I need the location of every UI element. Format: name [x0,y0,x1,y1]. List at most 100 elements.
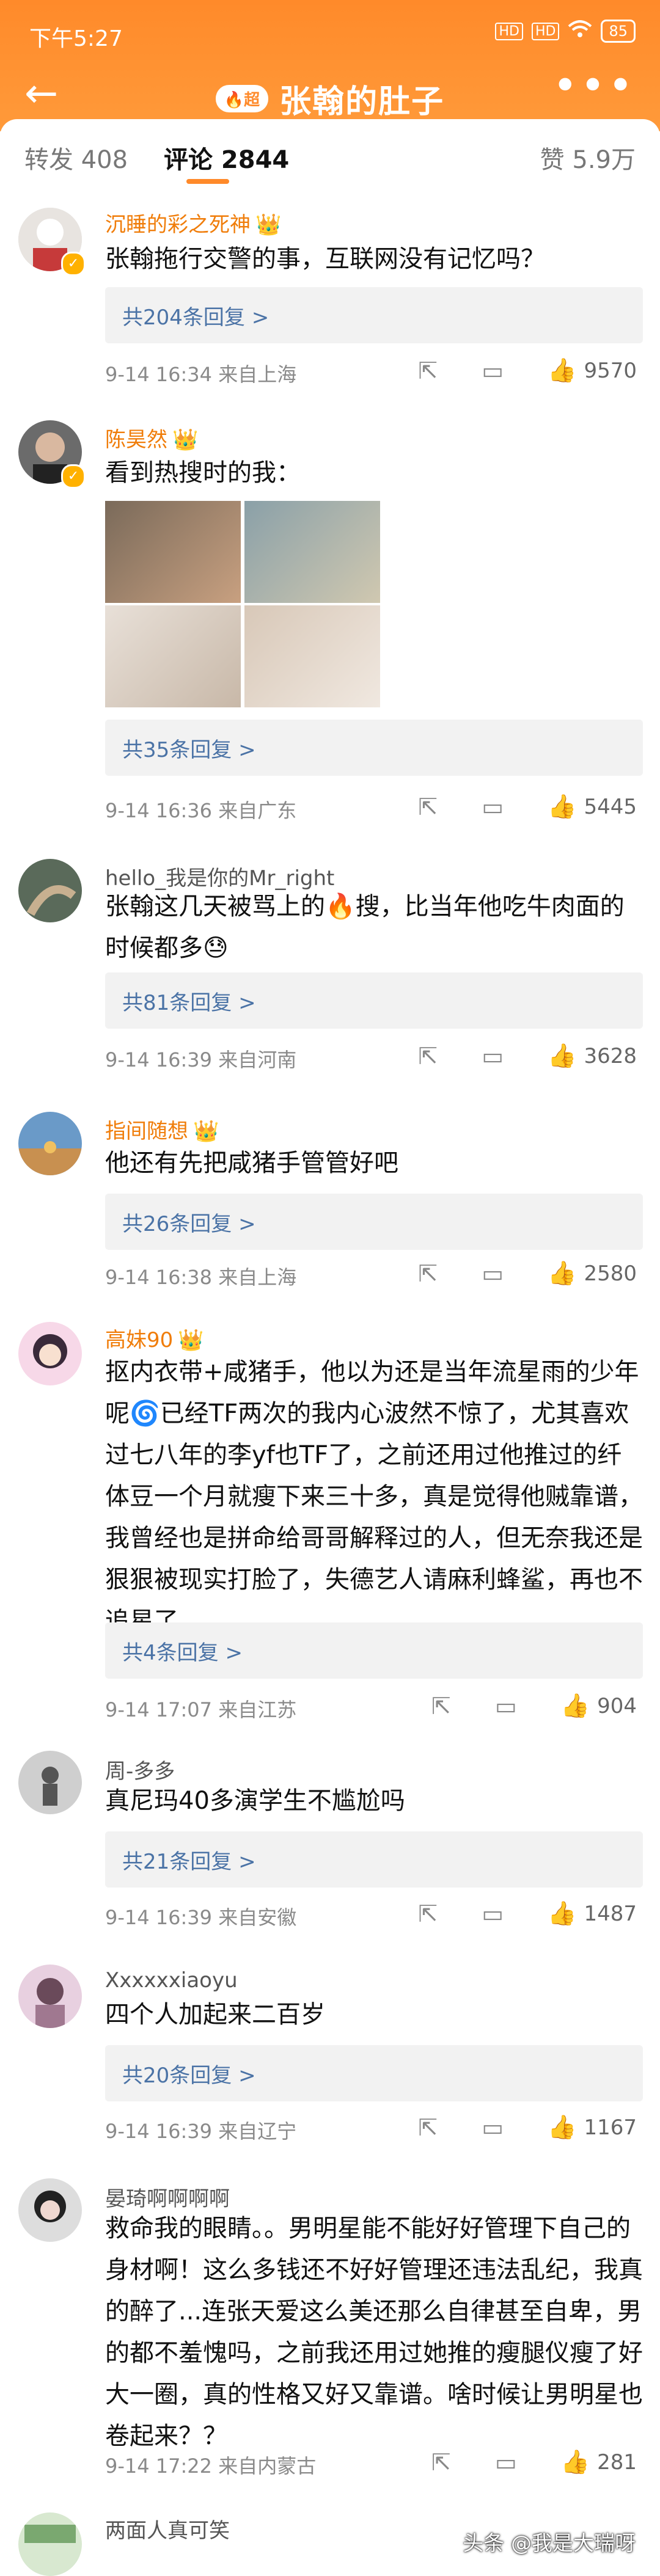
meme-image-2[interactable] [244,501,380,603]
comment-item: 晏琦啊啊啊啊 救命我的眼睛。。男明星能不能好好管理下自己的身材啊！这么多钱还不好… [0,2169,660,2503]
replies-link[interactable]: 共204条回复 > [122,301,269,330]
avatar[interactable] [18,1751,82,1814]
like-count: 3628 [584,1043,637,1068]
comment-item: 指间随想 👑 他还有先把咸猪手管管好吧 共26条回复 > 9-14 16:38 来… [0,1106,660,1315]
username[interactable]: 沉睡的彩之死神 👑 [105,208,281,238]
share-icon[interactable]: ⇱ [418,1900,438,1927]
thumb-up-icon[interactable]: 👍 [548,2114,576,2141]
replies-box[interactable]: 共35条回复 > [105,720,643,776]
comment-actions: ⇱ ▭ 👍 1487 [418,1900,637,1927]
avatar[interactable] [18,1112,82,1175]
like-count: 9570 [584,358,637,383]
comment-actions: ⇱ ▭ 👍 5445 [418,793,637,820]
comment-icon[interactable]: ▭ [495,1693,517,1720]
nav-bar: ← 🔥超 张翰的肚子 ••• [0,64,660,122]
header: 下午5:27 HD HD 85 ← 🔥超 张翰的肚子 ••• [0,0,660,131]
more-options-icon[interactable]: ••• [552,64,636,107]
replies-box[interactable]: 共20条回复 > [105,2045,643,2101]
username[interactable]: Xxxxxxiaoyu [105,1968,238,1993]
share-icon[interactable]: ⇱ [431,1693,451,1720]
comment-actions: ⇱ ▭ 👍 2580 [418,1260,637,1287]
share-icon[interactable]: ⇱ [418,1260,438,1287]
avatar[interactable] [18,859,82,922]
comment-meta: 9-14 16:38 来自上海 [105,1266,297,1289]
like-count: 1487 [584,1901,637,1926]
replies-box[interactable]: 共204条回复 > [105,287,643,343]
comment-meta: 9-14 16:39 来自安徽 [105,1906,297,1929]
avatar[interactable] [18,2178,82,2242]
username[interactable]: 高妹90 👑 [105,1323,204,1353]
thumb-up-icon[interactable]: 👍 [561,1692,590,1720]
thumb-up-icon[interactable]: 👍 [548,793,576,820]
replies-link[interactable]: 共26条回复 > [122,1207,256,1237]
verified-icon: ✓ [61,252,86,276]
username[interactable]: 两面人真可笑 [105,2514,230,2544]
comment-text: 四个人加起来二百岁 [105,2001,325,2029]
replies-box[interactable]: 共81条回复 > [105,972,643,1029]
comment-item: Xxxxxxiaoyu 四个人加起来二百岁 共20条回复 > 9-14 16:3… [0,1955,660,2170]
comment-actions: ⇱ ▭ 👍 281 [431,2448,637,2476]
thumb-up-icon[interactable]: 👍 [548,1260,576,1287]
status-bar: 下午5:27 HD HD 85 [0,0,660,51]
comment-actions: ⇱ ▭ 👍 3628 [418,1042,637,1070]
network-icon: HD [495,22,523,40]
replies-link[interactable]: 共81条回复 > [122,986,256,1016]
share-icon[interactable]: ⇱ [418,794,438,820]
tab-repost[interactable]: 转发 408 [24,140,128,175]
super-topic-badge[interactable]: 🔥超 [215,85,269,112]
tab-comment[interactable]: 评论 2844 [164,140,289,175]
tab-bar: 转发 408 评论 2844 赞 5.9万 [0,119,660,192]
crown-icon: 👑 [172,428,199,452]
crown-icon: 👑 [193,1119,219,1144]
crown-icon: 👑 [255,213,282,237]
comment-icon[interactable]: ▭ [482,357,504,384]
replies-box[interactable]: 共21条回复 > [105,1831,643,1888]
replies-link[interactable]: 共20条回复 > [122,2059,256,2089]
comment-meta: 9-14 16:36 来自广东 [105,799,297,822]
comment-text: 看到热搜时的我： [105,459,301,487]
comment-icon[interactable]: ▭ [482,794,504,820]
page-title: 张翰的肚子 [279,84,445,120]
avatar[interactable] [18,1965,82,2028]
comment-icon[interactable]: ▭ [482,1900,504,1927]
replies-link[interactable]: 共21条回复 > [122,1845,256,1875]
comment-text: 真尼玛40多演学生不尴尬吗 [105,1787,405,1815]
replies-box[interactable]: 共26条回复 > [105,1194,643,1250]
share-icon[interactable]: ⇱ [418,1043,438,1070]
comment-text: 张翰这几天被骂上的🔥搜，比当年他吃牛肉面的时候都多😓 [105,892,625,962]
meme-image-3[interactable] [105,605,241,707]
share-icon[interactable]: ⇱ [418,357,438,384]
comment-meta: 9-14 17:07 来自江苏 [105,1698,297,1721]
meme-image-4[interactable] [244,605,380,707]
wifi-icon [568,20,592,42]
comment-text: 张翰拖行交警的事，互联网没有记忆吗？ [105,245,545,273]
comment-icon[interactable]: ▭ [482,2114,504,2141]
tab-like[interactable]: 赞 5.9万 [540,140,636,175]
replies-box[interactable]: 共4条回复 > [105,1622,643,1679]
share-icon[interactable]: ⇱ [431,2449,451,2476]
comment-icon[interactable]: ▭ [482,1043,504,1070]
meme-image-1[interactable] [105,501,241,603]
comment-actions: ⇱ ▭ 👍 1167 [418,2114,637,2141]
replies-link[interactable]: 共4条回复 > [122,1636,243,1666]
comment-meta: 9-14 16:39 来自辽宁 [105,2120,297,2143]
thumb-up-icon[interactable]: 👍 [548,357,576,384]
verified-icon: ✓ [61,464,86,489]
avatar[interactable] [18,1322,82,1385]
watermark: 头条 @我是大瑞呀 [463,2531,636,2556]
comment-meta: 9-14 17:22 来自内蒙古 [105,2454,317,2478]
thumb-up-icon[interactable]: 👍 [548,1900,576,1927]
network-icon-2: HD [531,22,560,40]
image-grid [105,501,380,707]
comment-icon[interactable]: ▭ [482,1260,504,1287]
replies-link[interactable]: 共35条回复 > [122,733,256,763]
username[interactable]: 指间随想 👑 [105,1114,219,1144]
comment-icon[interactable]: ▭ [495,2449,517,2476]
tab-indicator [186,179,229,184]
thumb-up-icon[interactable]: 👍 [561,2448,590,2476]
username[interactable]: 陈昊然 👑 [105,423,198,453]
avatar[interactable] [18,2512,82,2576]
comment-meta: 9-14 16:34 来自上海 [105,363,297,386]
share-icon[interactable]: ⇱ [418,2114,438,2141]
thumb-up-icon[interactable]: 👍 [548,1042,576,1070]
